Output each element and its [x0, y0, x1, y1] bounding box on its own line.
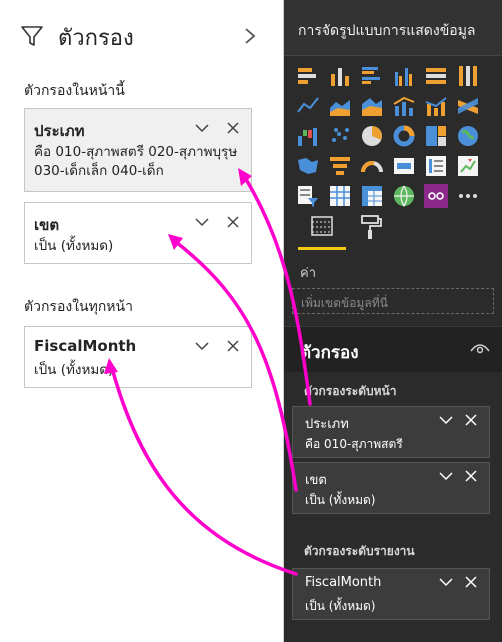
well-filter-title: FiscalMonth — [305, 575, 382, 590]
gauge-icon[interactable] — [360, 154, 384, 178]
filter-card-title: ประเภท — [34, 122, 85, 140]
filter-card-description-line: 030-เด็กเล็ก 040-เด็ก — [34, 163, 164, 179]
well-filter-title: เขต — [305, 473, 327, 488]
kpi-icon[interactable] — [456, 154, 480, 178]
pie-chart-icon[interactable] — [360, 124, 384, 148]
map-icon[interactable] — [456, 124, 480, 148]
stacked-column-chart-icon[interactable] — [328, 64, 352, 88]
filter-card-description: เป็น (ทั้งหมด) — [34, 362, 114, 378]
filter-card-category[interactable]: ประเภท คือ 010-สุภาพสตรี 020-สุภาพบุรุษ … — [24, 108, 252, 192]
chevron-down-icon[interactable] — [195, 341, 209, 351]
tab-fields[interactable] — [298, 206, 346, 250]
filter-card-region[interactable]: เขต เป็น (ทั้งหมด) — [24, 202, 252, 264]
line-chart-icon[interactable] — [296, 94, 320, 118]
100-stacked-column-icon[interactable] — [456, 64, 480, 88]
page-filters-heading: ตัวกรองในหน้านี้ — [24, 83, 125, 99]
well-filter-description: เป็น (ทั้งหมด) — [305, 493, 376, 507]
matrix-icon[interactable] — [360, 184, 384, 208]
funnel-chart-icon[interactable] — [328, 154, 352, 178]
chevron-down-icon[interactable] — [439, 471, 453, 481]
chevron-down-icon[interactable] — [439, 577, 453, 587]
well-filter-description: เป็น (ทั้งหมด) — [305, 599, 376, 613]
globe-icon[interactable] — [392, 184, 416, 208]
100-stacked-bar-icon[interactable] — [424, 64, 448, 88]
table-icon[interactable] — [328, 184, 352, 208]
area-chart-icon[interactable] — [328, 94, 352, 118]
donut-chart-icon[interactable] — [392, 124, 416, 148]
filter-card-fiscalmonth[interactable]: FiscalMonth เป็น (ทั้งหมด) — [24, 326, 252, 388]
stacked-bar-chart-icon[interactable] — [296, 64, 320, 88]
well-filter-card-region[interactable]: เขต เป็น (ทั้งหมด) — [292, 462, 490, 514]
close-icon[interactable] — [465, 414, 477, 426]
line-and-stacked-column-icon[interactable] — [392, 94, 416, 118]
more-options-icon[interactable] — [456, 184, 480, 208]
eye-icon[interactable] — [470, 341, 490, 355]
fields-grid-icon — [311, 216, 333, 236]
filter-funnel-icon — [21, 26, 43, 46]
close-icon[interactable] — [465, 470, 477, 482]
well-filter-title: ประเภท — [305, 417, 349, 432]
well-filter-card-category[interactable]: ประเภท คือ 010-สุภาพสตรี — [292, 406, 490, 458]
waterfall-chart-icon[interactable] — [296, 124, 320, 148]
chevron-down-icon[interactable] — [195, 123, 209, 133]
filter-pane-title: ตัวกรอง — [58, 26, 134, 51]
filter-pane-header: ตัวกรอง — [0, 0, 284, 72]
stacked-area-chart-icon[interactable] — [360, 94, 384, 118]
well-filter-card-fiscalmonth[interactable]: FiscalMonth เป็น (ทั้งหมด) — [292, 568, 490, 620]
close-icon[interactable] — [227, 122, 239, 134]
add-field-dropzone[interactable]: เพิ่มเขตข้อมูลที่นี่ — [292, 288, 494, 314]
filter-card-description: เป็น (ทั้งหมด) — [34, 238, 114, 254]
filter-card-title: เขต — [34, 216, 60, 234]
chevron-down-icon[interactable] — [195, 217, 209, 227]
values-label: ค่า — [300, 266, 316, 281]
visualizations-title: การจัดรูปแบบการแสดงข้อมูล — [298, 23, 476, 39]
paint-roller-icon — [361, 215, 382, 239]
slicer-icon[interactable] — [296, 184, 320, 208]
clustered-bar-chart-icon[interactable] — [360, 64, 384, 88]
filters-title: ตัวกรอง — [300, 343, 359, 363]
filters-section-header[interactable]: ตัวกรอง — [284, 326, 502, 372]
pane-tabs — [284, 206, 502, 250]
filter-card-description: คือ 010-สุภาพสตรี 020-สุภาพบุรุษ 030-เด็… — [34, 143, 254, 181]
tab-format[interactable] — [346, 206, 394, 250]
line-and-clustered-column-icon[interactable] — [424, 94, 448, 118]
filter-card-title: FiscalMonth — [34, 337, 137, 355]
all-pages-filters-heading: ตัวกรองในทุกหน้า — [24, 299, 133, 315]
clustered-column-chart-icon[interactable] — [392, 64, 416, 88]
close-icon[interactable] — [227, 216, 239, 228]
visualizations-header: การจัดรูปแบบการแสดงข้อมูล — [284, 0, 502, 56]
filter-pane: ตัวกรอง ตัวกรองในหน้านี้ ประเภท คือ 010-… — [0, 0, 284, 642]
treemap-icon[interactable] — [424, 124, 448, 148]
close-icon[interactable] — [465, 576, 477, 588]
page-level-filters-heading: ตัวกรองระดับหน้า — [304, 384, 397, 398]
chevron-down-icon[interactable] — [439, 415, 453, 425]
visual-type-gallery — [294, 60, 502, 208]
chevron-right-icon[interactable] — [242, 26, 258, 46]
filter-card-description-line: คือ 010-สุภาพสตรี 020-สุภาพบุรุษ — [34, 144, 238, 160]
custom-visual-icon[interactable] — [424, 184, 448, 208]
close-icon[interactable] — [227, 340, 239, 352]
ribbon-chart-icon[interactable] — [456, 94, 480, 118]
report-level-filters-heading: ตัวกรองระดับรายงาน — [304, 544, 415, 558]
filled-map-icon[interactable] — [296, 154, 320, 178]
scatter-chart-icon[interactable] — [328, 124, 352, 148]
card-icon[interactable] — [392, 154, 416, 178]
multi-row-card-icon[interactable] — [424, 154, 448, 178]
visualizations-pane: การจัดรูปแบบการแสดงข้อมูล ค่า เพิ่มเขตข้… — [284, 0, 502, 642]
well-filter-description: คือ 010-สุภาพสตรี — [305, 437, 403, 451]
